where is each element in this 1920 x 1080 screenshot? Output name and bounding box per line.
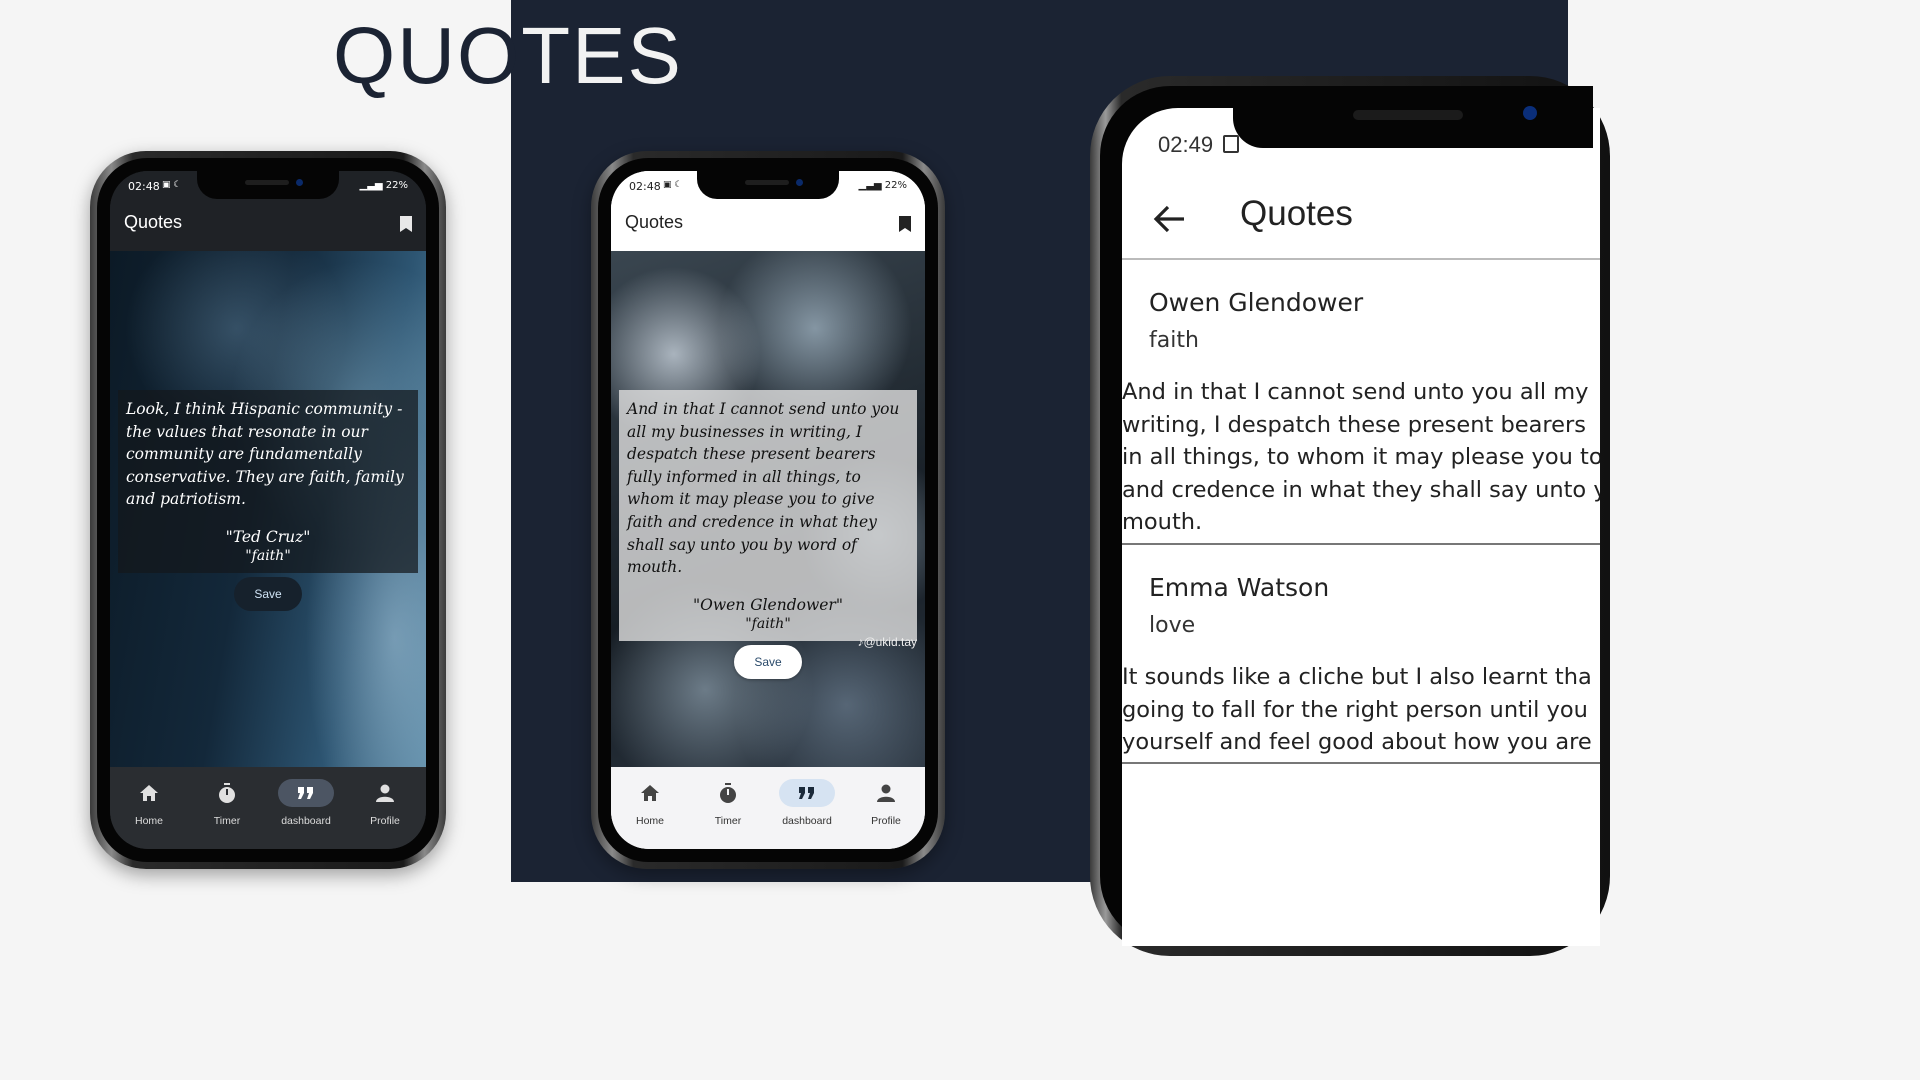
nav-label: Profile	[370, 815, 400, 827]
bookmark-icon[interactable]	[899, 216, 911, 232]
watermark-handle: @ukid.tay	[863, 635, 917, 649]
battery-level: 22%	[385, 180, 408, 191]
phone-zoomed: 02:49 Quotes Owen Glendower faith And in…	[1090, 76, 1610, 956]
person-icon	[877, 784, 895, 802]
notch	[697, 171, 839, 199]
nav-label: Timer	[213, 815, 241, 827]
quote-text: And in that I cannot send unto you all m…	[1122, 376, 1600, 539]
banner-title-light: TES	[521, 11, 683, 100]
quote-card: And in that I cannot send unto you all m…	[619, 390, 917, 641]
list-item[interactable]: Emma Watson love It sounds like a cliche…	[1122, 545, 1600, 764]
nav-label: dashboard	[281, 815, 331, 827]
quote-card: Look, I think Hispanic community - the v…	[118, 390, 418, 573]
app-bar: Quotes	[611, 199, 925, 251]
quote-background: Look, I think Hispanic community - the v…	[110, 251, 426, 767]
quote-category: "faith"	[745, 615, 791, 632]
notification-icon	[1223, 135, 1240, 153]
banner-title: QUOTES	[333, 10, 683, 102]
quote-line: writing, I despatch these present bearer…	[1122, 411, 1586, 438]
save-button[interactable]: Save	[234, 577, 302, 611]
save-button[interactable]: Save	[734, 645, 802, 679]
quote-author: "Owen Glendower"	[693, 595, 843, 614]
quote-icon	[298, 787, 313, 799]
quote-author: Owen Glendower	[1149, 288, 1364, 317]
quote-text: And in that I cannot send unto you all m…	[627, 400, 900, 577]
quote-line: It sounds like a cliche but I also learn…	[1122, 664, 1592, 690]
nav-label: Timer	[714, 815, 742, 827]
status-bar: 02:49	[1158, 132, 1240, 158]
quote-line: and credence in what they shall say unto…	[1122, 476, 1600, 503]
timer-icon	[219, 783, 235, 803]
nav-timer[interactable]: Timer	[693, 779, 763, 827]
phone-screen: 02:48 ▣ ☾ ▁▃▅ 22% Quotes And in that I c…	[611, 171, 925, 849]
quote-line: going to fall for the right person until…	[1122, 696, 1588, 723]
app-title: Quotes	[1240, 194, 1353, 233]
bookmark-icon[interactable]	[400, 216, 412, 232]
nav-timer[interactable]: Timer	[192, 779, 262, 827]
notch	[197, 171, 339, 199]
phone-screen: 02:48 ▣ ☾ ▁▃▅ 22% Quotes Look, I think H…	[110, 171, 426, 849]
banner-title-dark: QUO	[333, 11, 522, 100]
status-right: ▁▃▅ 22%	[859, 180, 907, 191]
watermark: ♪@ukid.tay	[857, 635, 917, 649]
timer-icon	[720, 783, 736, 803]
notch	[1233, 86, 1593, 148]
phone-bezel: 02:48 ▣ ☾ ▁▃▅ 22% Quotes Look, I think H…	[97, 158, 439, 862]
phone-bezel: 02:48 ▣ ☾ ▁▃▅ 22% Quotes And in that I c…	[598, 158, 938, 862]
quote-author: "Ted Cruz"	[225, 527, 311, 546]
nav-label: Home	[635, 815, 664, 827]
home-icon	[641, 785, 659, 801]
list-item[interactable]: Owen Glendower faith And in that I canno…	[1122, 260, 1600, 545]
quote-text: It sounds like a cliche but I also learn…	[1122, 661, 1592, 759]
bottom-nav: Home Timer dashboard Profile	[110, 767, 426, 849]
quote-line: And in that I cannot send unto you all m…	[1122, 379, 1589, 405]
status-icons: ▣ ☾	[162, 180, 182, 190]
phone-screen: 02:49 Quotes Owen Glendower faith And in…	[1122, 108, 1600, 946]
nav-home[interactable]: Home	[114, 779, 184, 827]
quote-background: And in that I cannot send unto you all m…	[611, 251, 925, 767]
nav-label: dashboard	[782, 815, 832, 827]
app-bar: Quotes	[1122, 178, 1600, 260]
app-bar: Quotes	[110, 199, 426, 251]
phone-light: 02:48 ▣ ☾ ▁▃▅ 22% Quotes And in that I c…	[591, 151, 945, 869]
quote-category: "faith"	[245, 547, 291, 564]
quote-line: mouth.	[1122, 509, 1203, 535]
phone-bezel: 02:49 Quotes Owen Glendower faith And in…	[1100, 86, 1600, 946]
home-icon	[140, 785, 158, 801]
bottom-nav: Home Timer dashboard Profile	[611, 767, 925, 849]
nav-home[interactable]: Home	[615, 779, 685, 827]
nav-profile[interactable]: Profile	[851, 779, 921, 827]
back-arrow-icon[interactable]	[1152, 202, 1186, 236]
nav-profile[interactable]: Profile	[350, 779, 420, 827]
status-time: 02:49	[1158, 132, 1214, 157]
nav-label: Profile	[871, 815, 901, 827]
signal-icon: ▁▃▅	[359, 180, 386, 191]
status-time: 02:48	[128, 180, 160, 193]
quote-line: in all things, to whom it may please you…	[1122, 444, 1600, 470]
status-right: ▁▃▅ 22%	[360, 180, 408, 191]
nav-dashboard[interactable]: dashboard	[271, 779, 341, 827]
battery-level: 22%	[884, 180, 907, 191]
quote-text: Look, I think Hispanic community - the v…	[126, 400, 404, 509]
quote-author: Emma Watson	[1149, 573, 1330, 602]
quote-category: faith	[1149, 328, 1199, 353]
quote-line: yourself and feel good about how you are	[1122, 729, 1592, 755]
person-icon	[376, 784, 394, 802]
nav-dashboard[interactable]: dashboard	[772, 779, 842, 827]
app-title: Quotes	[124, 212, 183, 232]
signal-icon: ▁▃▅	[858, 180, 885, 191]
quote-icon	[799, 787, 814, 799]
app-title: Quotes	[625, 212, 684, 232]
nav-label: Home	[134, 815, 163, 827]
phone-dark: 02:48 ▣ ☾ ▁▃▅ 22% Quotes Look, I think H…	[90, 151, 446, 869]
status-icons: ▣ ☾	[663, 180, 683, 190]
quote-category: love	[1149, 613, 1196, 638]
status-time: 02:48	[629, 180, 661, 193]
